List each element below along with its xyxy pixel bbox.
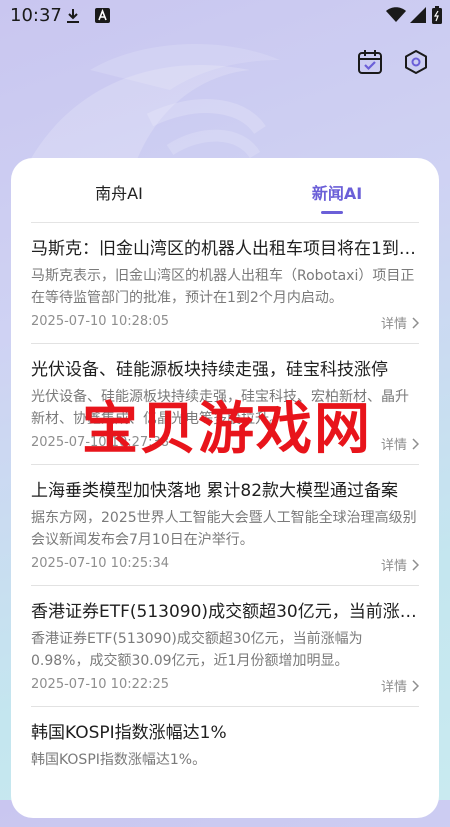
status-time: 10:37 xyxy=(10,5,62,26)
news-timestamp: 2025-07-10 10:25:34 xyxy=(31,556,170,571)
news-timestamp: 2025-07-10 10:28:05 xyxy=(31,314,170,329)
news-summary: 韩国KOSPI指数涨幅达1%。 xyxy=(31,752,207,768)
calendar-check-icon xyxy=(358,50,382,74)
news-summary: 香港证券ETF(513090)成交额超30亿元，当前涨幅为0.98%，成交额30… xyxy=(31,631,363,669)
news-timestamp: 2025-07-10 10:22:25 xyxy=(31,677,170,692)
a-icon xyxy=(95,8,110,27)
news-item[interactable]: 香港证券ETF(513090)成交额超30亿元，当前涨幅为0.98% 香港证券E… xyxy=(31,586,419,707)
status-bar: 10:37 xyxy=(0,0,450,32)
detail-link[interactable]: 详情 xyxy=(381,313,419,332)
tab-nanzhou-ai[interactable]: 南舟AI xyxy=(59,180,179,204)
settings-hexagon-icon xyxy=(405,50,427,74)
chevron-right-icon xyxy=(412,558,419,571)
wifi-icon xyxy=(386,7,406,27)
detail-label: 详情 xyxy=(380,680,407,695)
calendar-button[interactable] xyxy=(354,46,386,78)
news-card: 南舟AI 新闻AI 马斯克：旧金山湾区的机器人出租车项目将在1到2个月内启动 马… xyxy=(11,158,439,818)
news-summary: 马斯克表示，旧金山湾区的机器人出租车（Robotaxi）项目正在等待监管部门的批… xyxy=(31,268,415,306)
news-list: 马斯克：旧金山湾区的机器人出租车项目将在1到2个月内启动 马斯克表示，旧金山湾区… xyxy=(31,223,419,827)
watermark-text: 宝贝游戏网 xyxy=(82,397,372,462)
detail-label: 详情 xyxy=(380,559,407,574)
news-summary: 据东方网，2025世界人工智能大会暨人工智能全球治理高级别会议新闻发布会7月10… xyxy=(31,510,417,548)
detail-label: 详情 xyxy=(380,317,407,332)
news-title: 韩国KOSPI指数涨幅达1% xyxy=(31,723,227,743)
detail-link[interactable]: 详情 xyxy=(381,676,419,695)
news-title: 马斯克：旧金山湾区的机器人出租车项目将在1到2个月内启动 xyxy=(31,239,417,259)
news-title: 香港证券ETF(513090)成交额超30亿元，当前涨幅为0.98% xyxy=(31,602,417,622)
signal-icon xyxy=(410,7,426,27)
chevron-right-icon xyxy=(412,679,419,692)
settings-button[interactable] xyxy=(400,46,432,78)
news-title: 上海垂类模型加快落地 累计82款大模型通过备案 xyxy=(31,481,399,501)
news-title: 光伏设备、硅能源板块持续走强，硅宝科技涨停 xyxy=(31,360,388,380)
news-item[interactable]: 上海垂类模型加快落地 累计82款大模型通过备案 据东方网，2025世界人工智能大… xyxy=(31,465,419,586)
tab-news-ai[interactable]: 新闻AI xyxy=(277,180,397,204)
download-icon xyxy=(66,8,80,28)
news-item[interactable]: 马斯克：旧金山湾区的机器人出租车项目将在1到2个月内启动 马斯克表示，旧金山湾区… xyxy=(31,223,419,344)
chevron-right-icon xyxy=(412,316,419,329)
news-item[interactable]: 韩国KOSPI指数涨幅达1% 韩国KOSPI指数涨幅达1%。 xyxy=(31,707,419,827)
battery-icon xyxy=(432,6,442,28)
tab-bar: 南舟AI 新闻AI xyxy=(11,158,439,222)
active-tab-indicator xyxy=(321,211,343,214)
detail-link[interactable]: 详情 xyxy=(381,555,419,574)
